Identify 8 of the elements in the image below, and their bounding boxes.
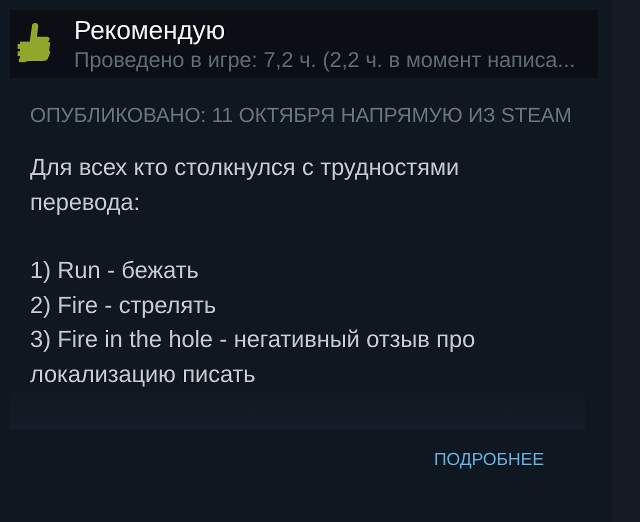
review-text: 1) Run - бежать [30, 256, 200, 285]
verdict-title: Рекомендую [74, 15, 226, 46]
playtime-text: Проведено в игре: 7,2 ч. (2,2 ч. в момент написа... [74, 48, 576, 73]
posted-date: ОПУБЛИКОВАНО: 11 ОКТЯБРЯ НАПРЯМУЮ ИЗ STEAM [30, 104, 573, 128]
review-text: Для всех кто столкнулся с трудностями перевода: [30, 153, 460, 217]
review-text: 2) Fire - стрелять [30, 290, 218, 320]
review-text: 3) Fire in the hole - негативный отзыв про локализацию писать [30, 325, 476, 389]
read-more-link[interactable]: ПОДРОБНЕЕ [434, 449, 544, 470]
